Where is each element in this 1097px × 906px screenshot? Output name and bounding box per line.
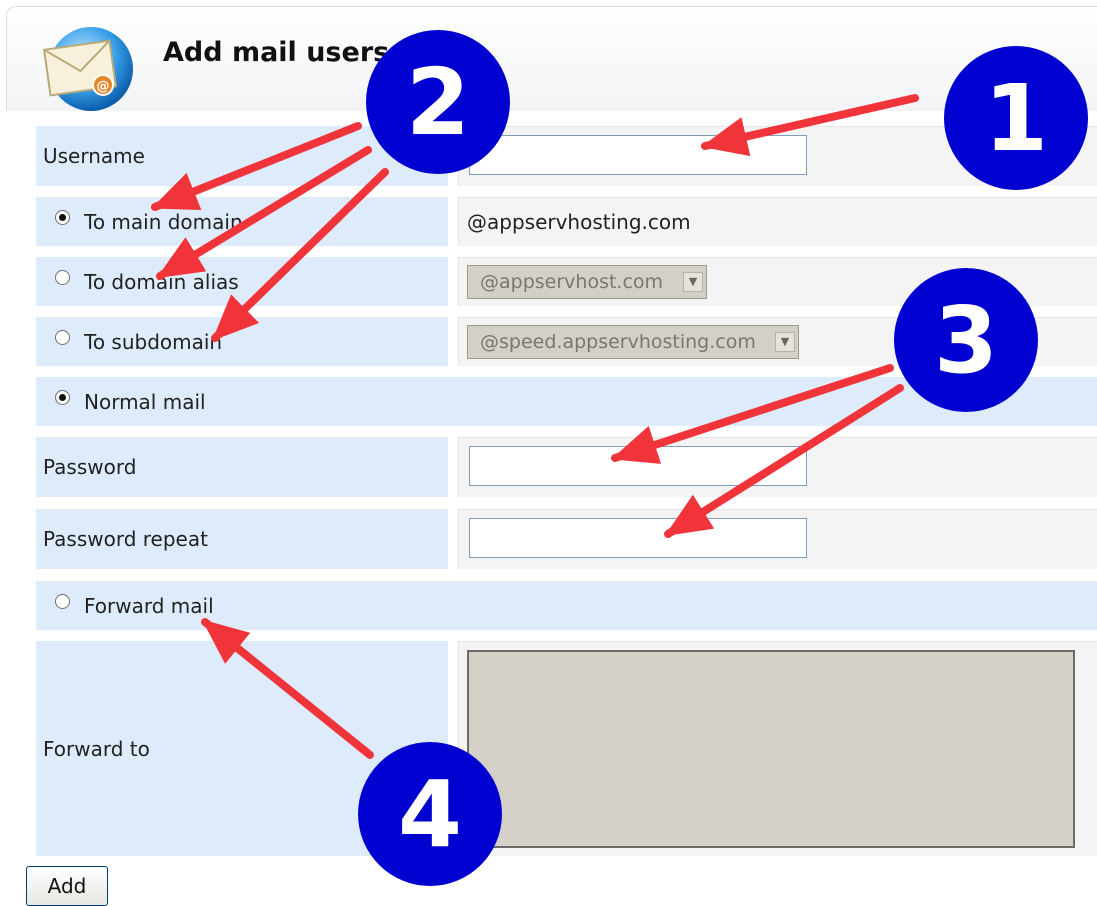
page-header: @ Add mail users — [6, 6, 1097, 111]
to-main-domain-radio[interactable] — [55, 210, 70, 225]
to-subdomain-row[interactable]: To subdomain — [36, 317, 448, 366]
mail-envelope-icon: @ — [42, 27, 133, 111]
main-domain-text: @appservhosting.com — [467, 210, 691, 234]
to-subdomain-radio[interactable] — [55, 330, 70, 345]
normal-mail-label: Normal mail — [84, 390, 206, 414]
to-domain-alias-label: To domain alias — [84, 270, 239, 294]
to-subdomain-label: To subdomain — [84, 330, 223, 354]
annotation-badge-3: 3 — [894, 268, 1038, 412]
forward-mail-radio[interactable] — [55, 594, 70, 609]
username-input[interactable] — [469, 135, 807, 175]
svg-text:@: @ — [97, 79, 110, 94]
annotation-badge-4: 4 — [358, 742, 502, 886]
annotation-badge-2: 2 — [366, 30, 510, 174]
password-repeat-input[interactable] — [469, 518, 807, 558]
password-repeat-label: Password repeat — [43, 527, 208, 551]
forward-to-label: Forward to — [43, 736, 150, 761]
subdomain-select[interactable]: @speed.appservhosting.com ▼ — [467, 325, 799, 359]
to-main-domain-row[interactable]: To main domain — [36, 197, 448, 246]
forward-to-textarea[interactable] — [467, 650, 1075, 848]
to-domain-alias-radio[interactable] — [55, 270, 70, 285]
subdomain-select-value: @speed.appservhosting.com — [480, 331, 756, 353]
password-value-cell — [458, 437, 1097, 497]
page-title: Add mail users — [163, 37, 390, 68]
username-label: Username — [43, 144, 145, 168]
forward-to-value-cell — [458, 641, 1097, 856]
domain-alias-select-value: @appservhost.com — [480, 271, 664, 293]
password-input[interactable] — [469, 446, 807, 486]
annotation-badge-1: 1 — [944, 46, 1088, 190]
forward-mail-label: Forward mail — [84, 594, 214, 618]
chevron-down-icon[interactable]: ▼ — [683, 272, 703, 292]
password-label-cell: Password — [36, 437, 448, 497]
password-repeat-value-cell — [458, 509, 1097, 569]
chevron-down-icon[interactable]: ▼ — [775, 332, 795, 352]
to-main-domain-label: To main domain — [84, 210, 243, 234]
main-domain-value-cell: @appservhosting.com — [458, 197, 1097, 246]
normal-mail-radio[interactable] — [55, 390, 70, 405]
password-repeat-label-cell: Password repeat — [36, 509, 448, 569]
to-domain-alias-row[interactable]: To domain alias — [36, 257, 448, 306]
domain-alias-select[interactable]: @appservhost.com ▼ — [467, 265, 707, 299]
password-label: Password — [43, 455, 137, 479]
forward-mail-row[interactable]: Forward mail — [36, 581, 1097, 630]
add-button[interactable]: Add — [26, 866, 108, 906]
